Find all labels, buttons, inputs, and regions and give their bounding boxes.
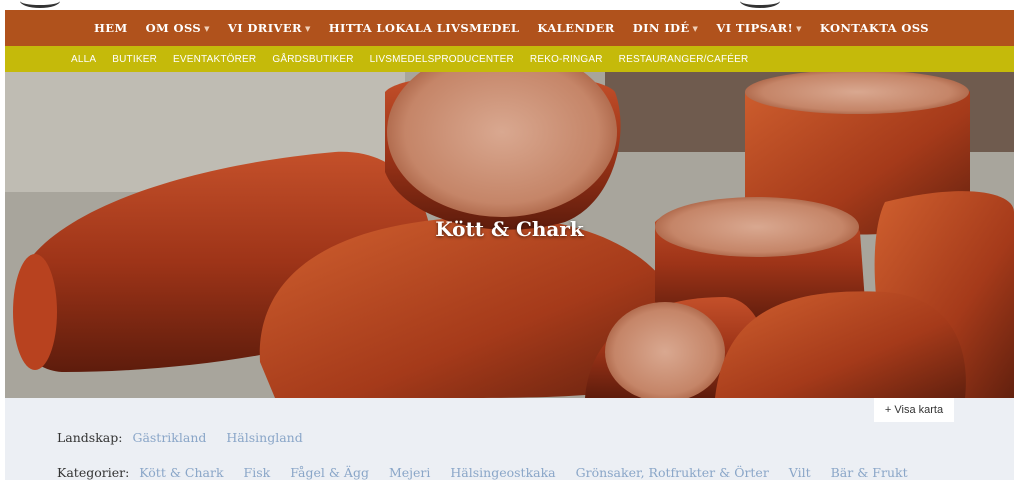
nav-item-vi-tipsar[interactable]: VI TIPSAR! ▼ bbox=[707, 21, 811, 35]
show-map-button[interactable]: + Visa karta bbox=[874, 398, 954, 422]
chevron-down-icon: ▼ bbox=[692, 23, 699, 33]
category-link-bar-frukt[interactable]: Bär & Frukt bbox=[831, 465, 908, 480]
subnav-item-livsmedelsproducenter[interactable]: LIVSMEDELSPRODUCENTER bbox=[362, 54, 522, 65]
nav-item-label: DIN IDÉ bbox=[632, 21, 690, 35]
chevron-down-icon: ▼ bbox=[204, 23, 210, 33]
nav-item-label: HEM bbox=[94, 21, 128, 35]
category-link-fisk[interactable]: Fisk bbox=[244, 465, 271, 480]
top-decoration bbox=[0, 0, 1014, 10]
hero-banner: Kött & Chark bbox=[5, 72, 1014, 398]
filter-panel: + Visa karta Landskap: Gästrikland Hälsi… bbox=[5, 398, 1014, 480]
nav-item-om-oss[interactable]: OM OSS ▼ bbox=[137, 21, 219, 35]
kategorier-label: Kategorier: bbox=[57, 465, 130, 480]
nav-item-kontakta-oss[interactable]: KONTAKTA OSS bbox=[811, 21, 938, 35]
subnav-item-gardsbutiker[interactable]: GÅRDSBUTIKER bbox=[264, 54, 361, 65]
page-title: Kött & Chark bbox=[435, 217, 584, 241]
nav-item-label: VI DRIVER bbox=[227, 21, 302, 35]
landskap-filter: Landskap: Gästrikland Hälsingland bbox=[57, 430, 319, 445]
subnav-item-butiker[interactable]: BUTIKER bbox=[104, 54, 165, 65]
subnav-item-eventaktorer[interactable]: EVENTAKTÖRER bbox=[165, 54, 264, 65]
category-link-gronsaker[interactable]: Grönsaker, Rotfrukter & Örter bbox=[576, 465, 769, 480]
chevron-down-icon: ▼ bbox=[796, 23, 802, 33]
category-link-vilt[interactable]: Vilt bbox=[789, 465, 811, 480]
chevron-down-icon: ▼ bbox=[304, 23, 311, 33]
subnav-item-reko-ringar[interactable]: REKO-RINGAR bbox=[522, 54, 611, 65]
kategorier-filter: Kategorier: Kött & Chark Fisk Fågel & Äg… bbox=[57, 465, 924, 480]
nav-item-label: HITTA LOKALA LIVSMEDEL bbox=[328, 21, 520, 35]
nav-item-din-ide[interactable]: DIN IDÉ ▼ bbox=[624, 21, 708, 35]
landskap-link-halsingland[interactable]: Hälsingland bbox=[226, 430, 302, 445]
main-navigation: HEM OM OSS ▼ VI DRIVER ▼ HITTA LOKALA LIVS… bbox=[5, 10, 1014, 46]
nav-item-hem[interactable]: HEM bbox=[85, 21, 137, 35]
nav-item-label: KONTAKTA OSS bbox=[819, 21, 929, 35]
nav-item-label: VI TIPSAR! bbox=[716, 21, 794, 35]
category-link-halsingeostkaka[interactable]: Hälsingeostkaka bbox=[450, 465, 555, 480]
subnav-item-restauranger-cafeer[interactable]: RESTAURANGER/CAFÉER bbox=[611, 54, 757, 65]
category-link-fagel-agg[interactable]: Fågel & Ägg bbox=[290, 465, 369, 480]
nav-item-vi-driver[interactable]: VI DRIVER ▼ bbox=[219, 21, 320, 35]
nav-item-label: OM OSS bbox=[145, 21, 202, 35]
nav-item-label: KALENDER bbox=[537, 21, 615, 35]
nav-item-hitta-lokala-livsmedel[interactable]: HITTA LOKALA LIVSMEDEL bbox=[320, 21, 529, 35]
category-link-kott-chark[interactable]: Kött & Chark bbox=[139, 465, 223, 480]
category-subnav: ALLA BUTIKER EVENTAKTÖRER GÅRDSBUTIKER L… bbox=[5, 46, 1014, 72]
nav-item-kalender[interactable]: KALENDER bbox=[528, 21, 623, 35]
landskap-link-gastrikland[interactable]: Gästrikland bbox=[132, 430, 206, 445]
category-link-mejeri[interactable]: Mejeri bbox=[389, 465, 430, 480]
landskap-label: Landskap: bbox=[57, 430, 123, 445]
subnav-item-alla[interactable]: ALLA bbox=[63, 54, 104, 65]
